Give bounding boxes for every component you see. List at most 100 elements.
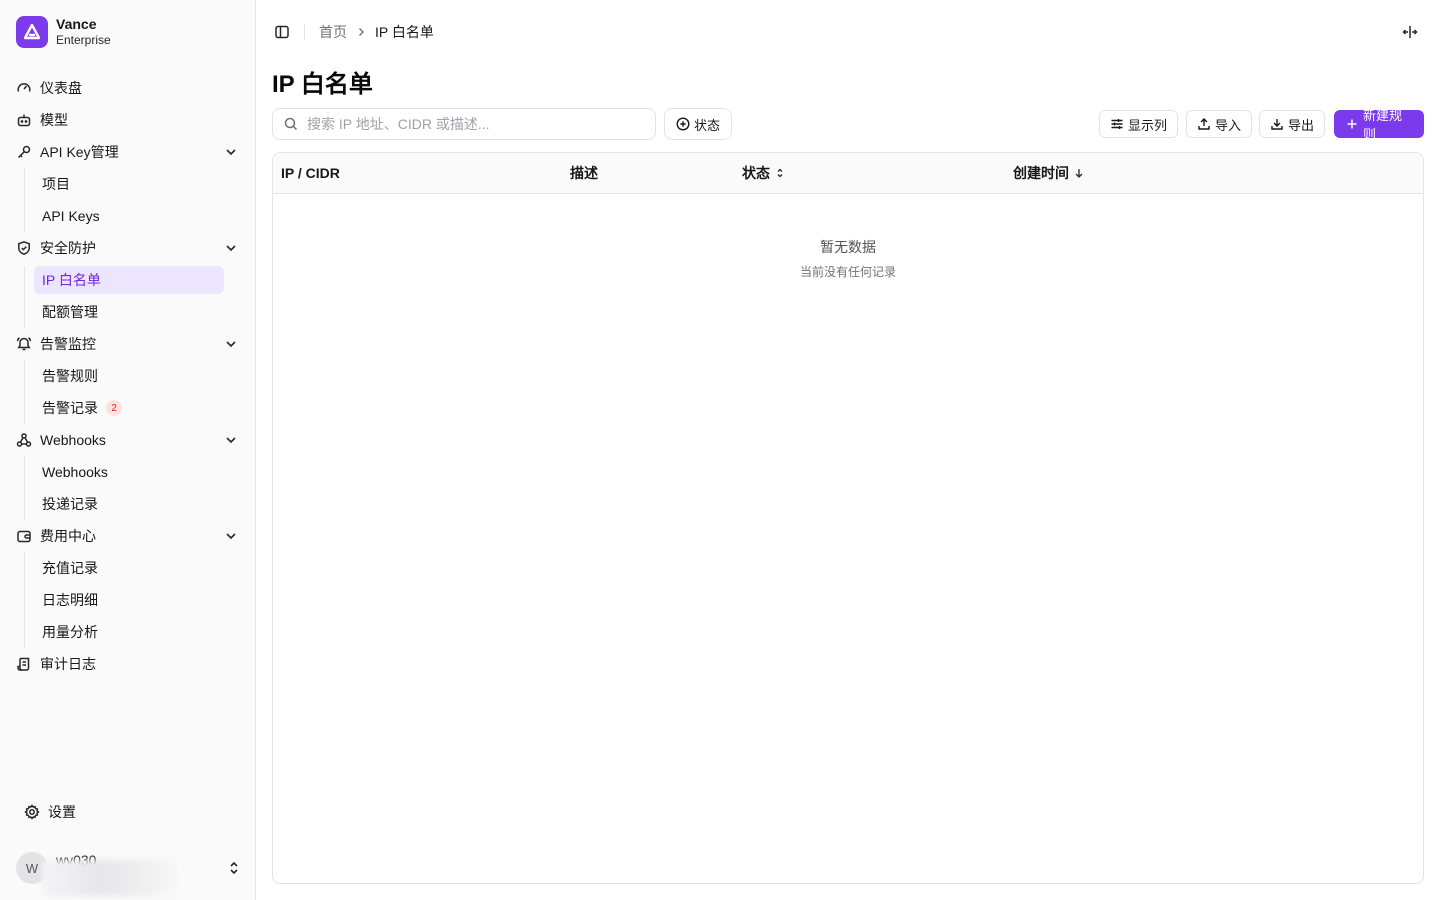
scroll-text-icon — [16, 656, 32, 672]
chevron-down-icon[interactable] — [224, 433, 238, 447]
webhook-icon — [16, 432, 32, 448]
chevrons-up-down-icon[interactable] — [226, 860, 242, 876]
gear-icon — [24, 804, 40, 820]
sidebar-item-label: 告警监控 — [40, 336, 96, 352]
shield-check-icon — [16, 240, 32, 256]
status-filter-label: 状态 — [694, 117, 721, 133]
wallet-icon — [16, 528, 32, 544]
topbar: 首页 IP 白名单 — [272, 16, 434, 48]
submenu-security: IP 白名单 配额管理 — [24, 266, 248, 328]
submenu-alerts: 告警规则 告警记录 2 — [24, 360, 248, 424]
breadcrumb-current: IP 白名单 — [375, 24, 434, 40]
column-label: 状态 — [742, 165, 770, 181]
empty-title: 暂无数据 — [820, 239, 876, 255]
search-input[interactable] — [307, 116, 637, 132]
column-header-status[interactable]: 状态 — [742, 153, 786, 193]
sidebar-item-api-key-management[interactable]: API Key管理 — [8, 136, 248, 168]
sidebar-item-label: 模型 — [40, 112, 68, 128]
sidebar-item-label: 告警记录 — [42, 400, 98, 416]
divider — [304, 24, 305, 40]
dashboard-gauge-icon — [16, 80, 32, 96]
sort-both-icon — [774, 167, 786, 179]
breadcrumb-home[interactable]: 首页 — [319, 22, 347, 42]
chevron-down-icon[interactable] — [224, 337, 238, 351]
sidebar-item-settings[interactable]: 设置 — [16, 796, 240, 828]
empty-state: 暂无数据 当前没有任何记录 — [273, 237, 1423, 280]
column-label: IP / CIDR — [281, 165, 340, 181]
brand-sub: Enterprise — [56, 33, 111, 47]
sidebar-item-api-keys[interactable]: API Keys — [34, 200, 248, 232]
sidebar-item-webhooks[interactable]: Webhooks — [8, 424, 248, 456]
panel-left-icon — [275, 25, 289, 39]
sidebar-item-recharge-records[interactable]: 充值记录 — [34, 552, 248, 584]
chevron-down-icon[interactable] — [224, 145, 238, 159]
search-icon — [283, 116, 299, 132]
search-box[interactable] — [272, 108, 656, 140]
sidebar-item-security[interactable]: 安全防护 — [8, 232, 248, 264]
column-header-created-at[interactable]: 创建时间 — [1013, 153, 1085, 193]
sidebar-nav: 仪表盘 模型 API Key管理 项目 API Keys 安全防护 IP 白名单… — [8, 72, 248, 680]
column-label: 创建时间 — [1013, 165, 1069, 181]
sidebar-item-label: 审计日志 — [40, 656, 96, 672]
export-button[interactable]: 导出 — [1259, 110, 1326, 138]
sidebar-item-alert-records[interactable]: 告警记录 2 — [34, 392, 248, 424]
chevron-down-icon[interactable] — [224, 529, 238, 543]
sidebar-item-log-details[interactable]: 日志明细 — [34, 584, 248, 616]
submenu-billing: 充值记录 日志明细 用量分析 — [24, 552, 248, 648]
sidebar-item-webhooks-list[interactable]: Webhooks — [34, 456, 248, 488]
breadcrumb: 首页 IP 白名单 — [319, 22, 434, 42]
brand-name: Vance — [56, 16, 97, 32]
sidebar-item-delivery-records[interactable]: 投递记录 — [34, 488, 248, 520]
sidebar-item-label: Webhooks — [42, 464, 108, 480]
key-icon — [16, 144, 32, 160]
status-filter-button[interactable]: 状态 — [664, 108, 733, 140]
ip-whitelist-table: IP / CIDR 描述 状态 创建时间 暂无数据 当前没有任何记录 — [272, 152, 1424, 884]
sidebar-item-ip-whitelist[interactable]: IP 白名单 — [34, 266, 224, 294]
sidebar-item-label: 日志明细 — [42, 592, 98, 608]
sidebar-item-label: 投递记录 — [42, 496, 98, 512]
column-header-ip-cidr: IP / CIDR — [281, 153, 340, 193]
download-icon — [1270, 117, 1284, 131]
sidebar-toggle-button[interactable] — [272, 22, 292, 42]
submenu-webhooks: Webhooks 投递记录 — [24, 456, 248, 520]
column-label: 描述 — [570, 165, 598, 181]
sidebar-item-models[interactable]: 模型 — [8, 104, 248, 136]
sidebar-item-label: IP 白名单 — [42, 272, 101, 288]
submenu-api-key: 项目 API Keys — [24, 168, 248, 232]
new-rule-button[interactable]: 新建规则 — [1334, 108, 1424, 142]
user-menu[interactable]: W wy030 — [16, 848, 244, 896]
sidebar-item-label: Webhooks — [40, 432, 106, 448]
sidebar-item-projects[interactable]: 项目 — [34, 168, 248, 200]
expand-icon[interactable] — [1402, 24, 1418, 40]
empty-subtitle: 当前没有任何记录 — [799, 265, 896, 279]
sidebar-item-quota[interactable]: 配额管理 — [34, 296, 248, 328]
settings-label: 设置 — [48, 804, 76, 820]
arrow-down-icon — [1073, 167, 1085, 179]
sliders-icon — [1110, 117, 1124, 131]
upload-icon — [1197, 117, 1211, 131]
plus-icon — [1345, 117, 1359, 131]
sidebar-item-alerts[interactable]: 告警监控 — [8, 328, 248, 360]
sidebar-item-usage-analysis[interactable]: 用量分析 — [34, 616, 248, 648]
sidebar-item-label: 项目 — [42, 176, 70, 192]
import-button[interactable]: 导入 — [1186, 110, 1253, 138]
brand-logo-icon — [16, 16, 48, 48]
page-title: IP 白名单 — [272, 71, 373, 98]
brand[interactable]: Vance Enterprise — [16, 16, 111, 48]
chevron-down-icon[interactable] — [224, 241, 238, 255]
sidebar-item-alert-rules[interactable]: 告警规则 — [34, 360, 248, 392]
sidebar-item-audit-log[interactable]: 审计日志 — [8, 648, 248, 680]
bell-ring-icon — [16, 336, 32, 352]
sidebar-item-dashboard[interactable]: 仪表盘 — [8, 72, 248, 104]
sidebar-item-billing[interactable]: 费用中心 — [8, 520, 248, 552]
sidebar-item-label: 充值记录 — [42, 560, 98, 576]
columns-label: 显示列 — [1128, 117, 1168, 133]
chevron-right-icon — [355, 26, 367, 38]
sidebar-item-label: 仪表盘 — [40, 80, 82, 96]
bot-icon — [16, 112, 32, 128]
sidebar-item-label: API Key管理 — [40, 144, 119, 160]
sidebar-item-label: 安全防护 — [40, 240, 96, 256]
table-header: IP / CIDR 描述 状态 创建时间 — [273, 153, 1423, 194]
alert-count-badge: 2 — [106, 400, 122, 416]
columns-button[interactable]: 显示列 — [1099, 110, 1179, 138]
